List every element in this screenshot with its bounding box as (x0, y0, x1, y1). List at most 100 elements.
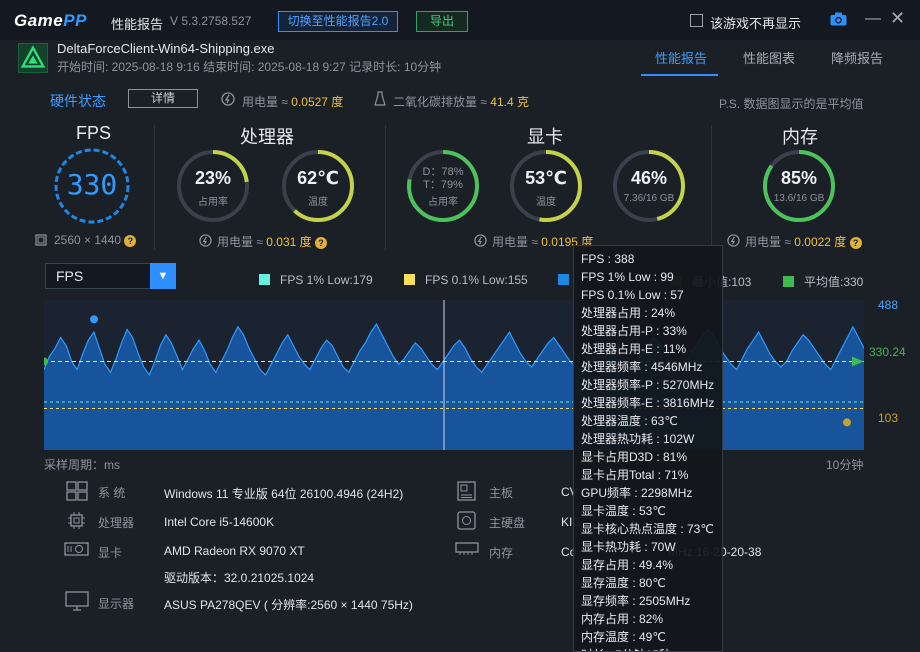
divider (154, 125, 155, 250)
average-note: P.S. 数据图显示的是平均值 (719, 97, 864, 111)
cpu-icon (68, 512, 85, 529)
export-button[interactable]: 导出 (416, 11, 468, 32)
close-icon[interactable]: ✕ (890, 8, 905, 29)
cpu-key: 处理器 (98, 516, 135, 530)
sample-period-label: 采样周期：ms (44, 458, 120, 472)
gpu-section-title: 显卡 (527, 127, 563, 147)
game-app-icon (18, 43, 48, 73)
divider (385, 125, 386, 250)
window-title: 性能报告 (111, 17, 164, 32)
tooltip-line: 处理器占用-E : 11% (581, 342, 687, 356)
driver-version: 驱动版本：32.0.21025.1024 (164, 571, 315, 585)
memory-key: 内存 (489, 546, 514, 560)
co2-icon (374, 91, 386, 106)
gpu-key: 显卡 (98, 546, 123, 560)
tooltip-line: 显卡热功耗 : 70W (581, 540, 676, 554)
tooltip-line: 显卡温度 : 53℃ (581, 504, 666, 518)
tooltip-line: 处理器频率-P : 5270MHz (581, 378, 715, 392)
monitor-key: 显示器 (98, 597, 135, 611)
chevron-down-icon[interactable]: ▼ (150, 263, 176, 289)
tooltip-line: FPS : 388 (581, 252, 635, 266)
gamepp-logo: GamePP (14, 11, 87, 30)
monitor-value: ASUS PA278QEV ( 分辨率:2560 × 1440 75Hz) (164, 598, 413, 612)
tooltip-line: 显存占用 : 49.4% (581, 558, 674, 572)
cpu-power: 用电量 ≈ 0.031 度 ? (217, 233, 327, 250)
tooltip-line: 时长 : 5分钟15秒 (581, 646, 722, 651)
fps-chart[interactable] (44, 300, 864, 450)
os-key: 系 统 (98, 486, 126, 500)
monitor-small-icon (35, 234, 47, 246)
tab-throttle-report[interactable]: 降频报告 (831, 48, 883, 67)
tooltip-line: FPS 1% Low : 99 (581, 270, 674, 284)
tooltip-line: 处理器热功耗 : 102W (581, 432, 695, 446)
record-times: 开始时间: 2025-08-18 9:16 结束时间: 2025-08-18 9… (57, 60, 442, 74)
cpu-section-title: 处理器 (240, 127, 294, 147)
legend-avg: 平均值:330 (783, 273, 863, 290)
memory-icon (455, 542, 479, 555)
details-button[interactable]: 详情 (128, 89, 198, 108)
os-value: Windows 11 专业版 64位 26100.4946 (24H2) (164, 487, 404, 501)
no-show-checkbox[interactable] (690, 14, 703, 27)
duration-label: 10分钟 (826, 458, 864, 472)
y-min-label: 103 (878, 411, 899, 425)
no-show-label[interactable]: 该游戏不再显示 (710, 13, 801, 32)
legend-01pct-low: FPS 0.1% Low:155 (404, 273, 528, 287)
camera-icon[interactable] (830, 12, 847, 26)
tooltip-line: 内存占用 : 82% (581, 612, 664, 626)
gpu-temp-value: 53℃ (525, 168, 567, 188)
monitor-icon (65, 591, 89, 611)
help-icon[interactable]: ? (849, 237, 862, 249)
fps-section-title: FPS (76, 123, 112, 143)
divider (711, 125, 712, 250)
total-power: 用电量 ≈ 0.0527 度 (242, 95, 344, 109)
tooltip-line: 内存温度 : 49℃ (581, 630, 666, 644)
memory-section-title: 内存 (782, 127, 818, 147)
max-point (90, 315, 98, 324)
y-max-label: 488 (878, 298, 899, 312)
tab-performance-chart[interactable]: 性能图表 (743, 48, 795, 67)
tooltip-line: GPU频率 : 2298MHz (581, 486, 693, 500)
gpu-usage-label: 占用率 (428, 197, 458, 208)
min-point (843, 418, 851, 427)
tooltip-line: 处理器温度 : 63℃ (581, 414, 678, 428)
motherboard-key: 主板 (489, 486, 514, 500)
cpu-value: Intel Core i5-14600K (164, 515, 275, 529)
co2-emission: 二氧化碳排放量 ≈ 41.4 克 (393, 95, 529, 109)
tooltip-line: 处理器占用-P : 33% (581, 324, 687, 338)
version-label: V 5.3.2758.527 (170, 14, 252, 28)
tooltip-line: 显卡核心热点温度 : 73℃ (581, 522, 714, 536)
disk-key: 主硬盘 (489, 516, 526, 530)
gpu-total-line: T：79% (423, 179, 463, 191)
windows-icon (66, 481, 88, 501)
memory-usage-value: 85% (780, 168, 818, 188)
hard-disk-icon (457, 511, 476, 530)
tooltip-line: 显存频率 : 2505MHz (581, 594, 691, 608)
graphics-card-icon (64, 542, 89, 556)
cpu-usage-value: 23% (194, 168, 232, 188)
vram-value: 46% (630, 168, 668, 188)
y-avg-label: 330.24 (869, 345, 906, 359)
tooltip-line: 处理器占用 : 24% (581, 306, 676, 320)
gpu-temp-label: 温度 (536, 197, 556, 208)
tab-performance-report[interactable]: 性能报告 (655, 48, 707, 67)
motherboard-icon (457, 481, 476, 501)
cpu-usage-label: 占用率 (198, 197, 228, 208)
help-icon[interactable]: ? (314, 237, 327, 249)
help-icon[interactable]: ? (124, 235, 137, 247)
tooltip-line: 处理器频率 : 4546MHz (581, 360, 703, 374)
tooltip-line: FPS 0.1% Low : 57 (581, 288, 684, 302)
vram-sub: 7.36/16 GB (623, 193, 675, 204)
minimize-icon[interactable]: — (865, 10, 881, 28)
exe-name: DeltaForceClient-Win64-Shipping.exe (57, 41, 275, 56)
memory-power: 用电量 ≈ 0.0022 度 ? (745, 233, 862, 250)
active-tab-indicator (641, 74, 718, 76)
power-icon (727, 234, 740, 247)
fps-resolution: 2560 × 1440 ? (54, 233, 137, 247)
switch-report-button[interactable]: 切换至性能报告2.0 (278, 11, 398, 32)
power-icon (474, 234, 487, 247)
memory-usage-sub: 13.6/16 GB (773, 193, 825, 204)
tooltip-line: 显卡占用Total : 71% (581, 468, 689, 482)
power-icon (199, 234, 212, 247)
cpu-temp-label: 温度 (308, 197, 328, 208)
chart-tooltip: FPS : 388 FPS 1% Low : 99 FPS 0.1% Low : 5… (573, 245, 723, 652)
